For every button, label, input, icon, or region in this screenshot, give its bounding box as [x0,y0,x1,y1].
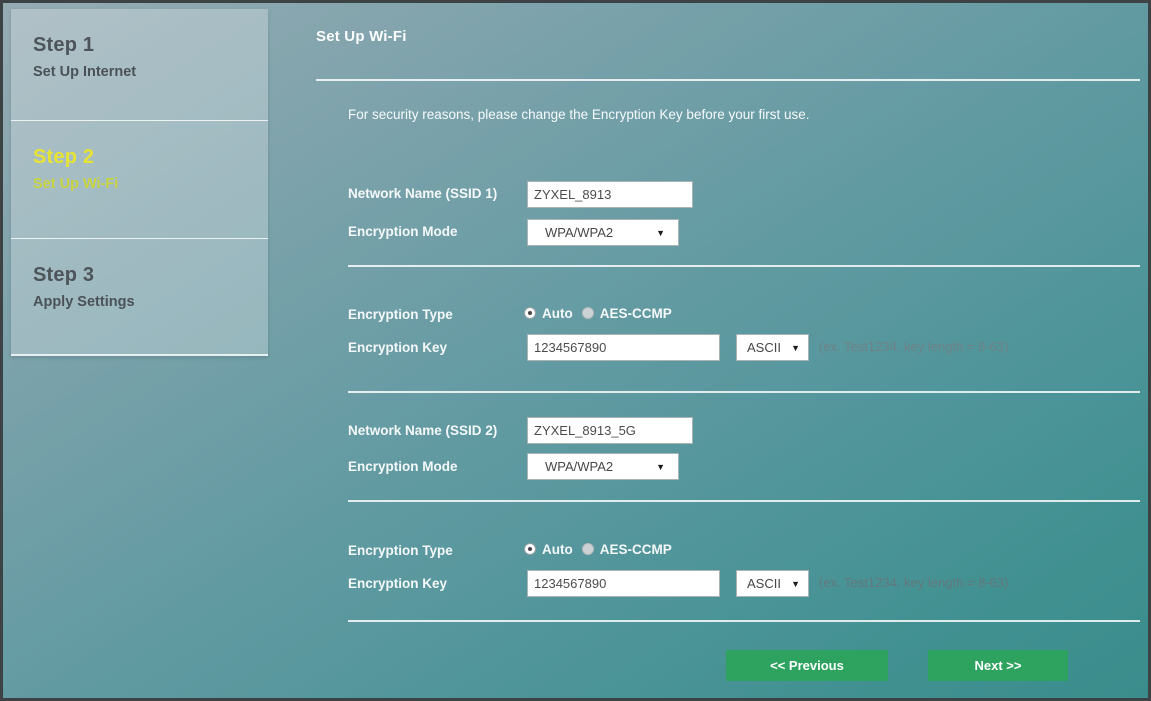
step3-title: Step 3 [33,264,258,287]
ssid1-encryption-mode-label: Encryption Mode [348,224,458,239]
sidebar-item-step1: Step 1 Set Up Internet [11,9,268,120]
ssid1-encryption-type-radios: Auto AES-CCMP [524,305,681,321]
ssid2-radio-auto[interactable] [524,543,536,555]
ssid2-encryption-key-input[interactable] [527,570,720,597]
next-button[interactable]: Next >> [928,650,1068,681]
dropdown-arrow-icon: ▼ [656,462,665,472]
ssid1-radio-aes-ccmp[interactable] [582,307,594,319]
section-divider [348,391,1140,393]
ssid1-encryption-key-input[interactable] [527,334,720,361]
title-divider [316,79,1140,81]
ssid1-key-hint: (ex. Test1234, key length = 8-63) [819,339,1008,354]
ssid2-network-name-input[interactable] [527,417,693,444]
page-title: Set Up Wi-Fi [316,28,407,45]
ssid2-radio-auto-label: Auto [542,542,573,557]
ssid2-encryption-type-radios: Auto AES-CCMP [524,541,681,557]
step1-subtitle: Set Up Internet [33,64,258,80]
ssid1-encryption-mode-select[interactable]: WPA/WPA2 ▼ [527,219,679,246]
dropdown-arrow-icon: ▼ [791,343,800,353]
step2-title: Step 2 [33,146,258,169]
ssid2-encryption-mode-select[interactable]: WPA/WPA2 ▼ [527,453,679,480]
ssid1-network-name-input[interactable] [527,181,693,208]
section-divider [348,500,1140,502]
ssid2-radio-aes-ccmp-label: AES-CCMP [600,542,672,557]
ssid2-key-format-select[interactable]: ASCII ▼ [736,570,809,597]
ssid1-network-name-label: Network Name (SSID 1) [348,186,497,201]
ssid2-key-format-value: ASCII [747,576,781,591]
ssid1-encryption-key-label: Encryption Key [348,340,447,355]
wizard-step-sidebar: Step 1 Set Up Internet Step 2 Set Up Wi-… [11,9,268,356]
section-divider [348,265,1140,267]
ssid1-key-format-select[interactable]: ASCII ▼ [736,334,809,361]
ssid2-network-name-label: Network Name (SSID 2) [348,423,497,438]
ssid1-encryption-type-label: Encryption Type [348,307,453,322]
previous-button[interactable]: << Previous [726,650,888,681]
dropdown-arrow-icon: ▼ [791,579,800,589]
ssid1-encryption-mode-value: WPA/WPA2 [545,225,613,240]
ssid2-encryption-mode-label: Encryption Mode [348,459,458,474]
sidebar-item-step2-active: Step 2 Set Up Wi-Fi [11,120,268,238]
security-notice: For security reasons, please change the … [348,107,810,122]
ssid2-encryption-type-label: Encryption Type [348,543,453,558]
step3-subtitle: Apply Settings [33,294,258,310]
ssid1-radio-auto[interactable] [524,307,536,319]
ssid1-radio-aes-ccmp-label: AES-CCMP [600,306,672,321]
section-divider [348,620,1140,622]
ssid2-radio-aes-ccmp[interactable] [582,543,594,555]
ssid2-key-hint: (ex. Test1234, key length = 8-63) [819,575,1008,590]
ssid1-key-format-value: ASCII [747,340,781,355]
ssid1-radio-auto-label: Auto [542,306,573,321]
ssid2-encryption-mode-value: WPA/WPA2 [545,459,613,474]
sidebar-item-step3: Step 3 Apply Settings [11,238,268,356]
dropdown-arrow-icon: ▼ [656,228,665,238]
step1-title: Step 1 [33,34,258,57]
ssid2-encryption-key-label: Encryption Key [348,576,447,591]
step2-subtitle: Set Up Wi-Fi [33,176,258,192]
